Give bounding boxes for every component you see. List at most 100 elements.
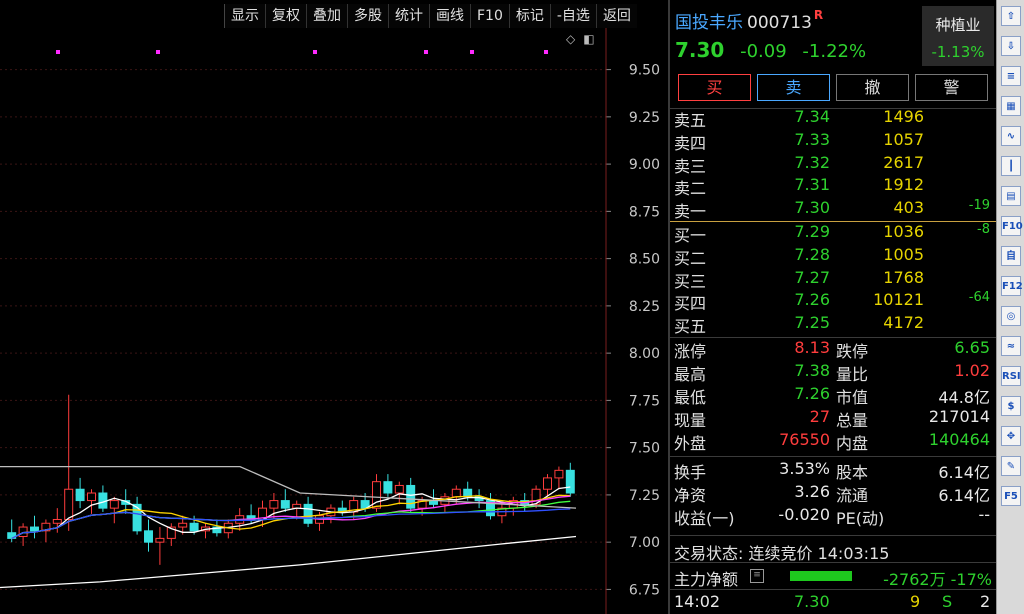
flow-detail-icon[interactable]: ≡ — [750, 569, 764, 583]
line-chart-icon[interactable]: ∿ — [1001, 126, 1021, 146]
rsi-icon[interactable]: RSI — [1001, 366, 1021, 386]
y-tick-label: 7.50 — [629, 441, 660, 457]
sector-box[interactable]: 种植业 -1.13% — [922, 6, 994, 66]
y-tick-label: 8.50 — [629, 252, 660, 268]
ask-row: 卖一 7.30 403 -19 — [670, 198, 996, 221]
ask-row: 卖四 7.33 1057 — [670, 130, 996, 153]
bid-label: 买四 — [674, 294, 707, 314]
self-select-icon[interactable]: 自 — [1001, 246, 1021, 266]
candle-body — [87, 492, 96, 502]
toolbar-button-7[interactable]: 标记 — [508, 4, 550, 28]
stat-row: 最低 7.26 市值 44.8亿 — [670, 384, 996, 407]
stat-value: 8.13 — [794, 338, 830, 357]
candle-body — [406, 484, 416, 509]
bid-price[interactable]: 7.27 — [760, 268, 830, 287]
candle-icon[interactable]: ┃ — [1001, 156, 1021, 176]
fundamentals-block: 换手 3.53% 股本 6.14亿 净资 3.26 流通 6.14亿 收益(一) -0.020 PE… — [670, 459, 996, 528]
divider — [670, 589, 996, 590]
divider — [670, 456, 996, 457]
refresh-icon[interactable]: ◎ — [1001, 306, 1021, 326]
y-tick-label: 7.75 — [629, 393, 660, 409]
alert-button[interactable]: 警 — [915, 74, 988, 101]
wave-icon[interactable]: ≈ — [1001, 336, 1021, 356]
stat-value: 44.8亿 — [938, 388, 990, 407]
ask-price[interactable]: 7.31 — [760, 175, 830, 194]
panel-toggle-icon[interactable]: ◧ — [583, 32, 594, 46]
toolbar-button-1[interactable]: 复权 — [265, 4, 306, 28]
toolbar-button-0[interactable]: 显示 — [224, 4, 265, 28]
y-tick-label: 9.50 — [629, 63, 660, 79]
candle-body — [554, 469, 564, 479]
arrow-up-icon[interactable]: ⇧ — [1001, 6, 1021, 26]
grid-icon[interactable]: ▦ — [1001, 96, 1021, 116]
candle-body — [280, 500, 290, 509]
list-icon[interactable]: ≡ — [1001, 66, 1021, 86]
divider — [670, 562, 996, 563]
toolbar-button-5[interactable]: 画线 — [429, 4, 470, 28]
bid-price[interactable]: 7.28 — [760, 245, 830, 264]
fund-label: 换手 — [674, 463, 707, 482]
kline-svg: 9.50 9.25 9.00 8.75 8.50 8.25 8.00 7.75 7.50 7.25… — [0, 28, 660, 614]
stat-label: 总量 — [836, 411, 869, 430]
f10-icon[interactable]: F10 — [1001, 216, 1023, 236]
doc-icon[interactable]: ▤ — [1001, 186, 1021, 206]
stock-name[interactable]: 国投丰乐 — [675, 13, 743, 33]
bid-change: -64 — [968, 290, 990, 306]
y-tick-label: 6.75 — [629, 582, 660, 598]
bid-change: -8 — [977, 222, 990, 237]
candle-body — [64, 488, 74, 520]
kline-chart[interactable]: 9.50 9.25 9.00 8.75 8.50 8.25 8.00 7.75 7.50 7.25… — [0, 28, 668, 614]
bid-price[interactable]: 7.29 — [760, 222, 830, 241]
stat-value: 27 — [809, 407, 830, 426]
tick-count: 2 — [980, 592, 991, 611]
quote-line: 7.30 -0.09 -1.22% — [675, 38, 876, 62]
candle-body — [155, 537, 165, 543]
stat-row: 涨停 8.13 跌停 6.65 — [670, 338, 996, 361]
tool-rail: ⇧ ⇩ ≡ ▦ ∿ ┃ ▤ F10 自 F12 ◎ ≈ RSI $ ✥ ✎ F5 — [996, 0, 1024, 614]
bid-row: 买五 7.25 4172 — [670, 313, 996, 336]
arrow-down-icon[interactable]: ⇩ — [1001, 36, 1021, 56]
bid-price[interactable]: 7.25 — [760, 313, 830, 332]
stock-title: 国投丰乐 000713 R — [675, 8, 823, 33]
fund-label: 收益(一) — [674, 509, 735, 528]
main-flow-value: -2762万 -17% — [883, 570, 992, 589]
candle-body — [144, 530, 153, 543]
ask-volume: 1057 — [883, 129, 924, 149]
move-icon[interactable]: ✥ — [1001, 426, 1021, 446]
ask-price[interactable]: 7.34 — [760, 107, 830, 126]
candle-body — [189, 522, 199, 532]
bid-label: 买五 — [674, 317, 707, 337]
bid-volume: 1005 — [883, 244, 924, 264]
ask-price[interactable]: 7.32 — [760, 153, 830, 172]
bid-price[interactable]: 7.26 — [760, 290, 830, 309]
toolbar-button-9[interactable]: 返回 — [595, 4, 637, 28]
toolbar-button-4[interactable]: 统计 — [388, 4, 429, 28]
y-tick-label: 9.00 — [629, 157, 660, 173]
candle-body — [109, 500, 119, 509]
diamond-icon[interactable]: ◇ — [566, 32, 575, 46]
f5-icon[interactable]: F5 — [1001, 486, 1021, 506]
ask-price[interactable]: 7.33 — [760, 130, 830, 149]
dollar-icon[interactable]: $ — [1001, 396, 1021, 416]
ask-price[interactable]: 7.30 — [760, 198, 830, 217]
sector-change: -1.13% — [931, 43, 985, 61]
cancel-order-button[interactable]: 撤 — [836, 74, 909, 101]
toolbar-button-3[interactable]: 多股 — [347, 4, 388, 28]
toolbar-button-8[interactable]: -自选 — [549, 4, 596, 28]
candle-body — [565, 469, 575, 494]
fund-label: PE(动) — [836, 509, 885, 528]
bid-row: 买一 7.29 1036 -8 — [670, 222, 996, 245]
sell-button[interactable]: 卖 — [757, 74, 830, 101]
stat-label: 跌停 — [836, 342, 869, 361]
candle-body — [178, 522, 188, 528]
toolbar-button-6[interactable]: F10 — [470, 4, 509, 28]
ask-label: 卖一 — [674, 202, 707, 222]
pencil-icon[interactable]: ✎ — [1001, 456, 1021, 476]
y-tick-label: 7.00 — [629, 535, 660, 551]
toolbar-button-2[interactable]: 叠加 — [306, 4, 347, 28]
buy-button[interactable]: 买 — [678, 74, 751, 101]
bid-volume: 1036 — [883, 222, 924, 241]
event-marker — [56, 50, 60, 54]
f12-icon[interactable]: F12 — [1001, 276, 1023, 296]
fund-label: 流通 — [836, 486, 869, 505]
